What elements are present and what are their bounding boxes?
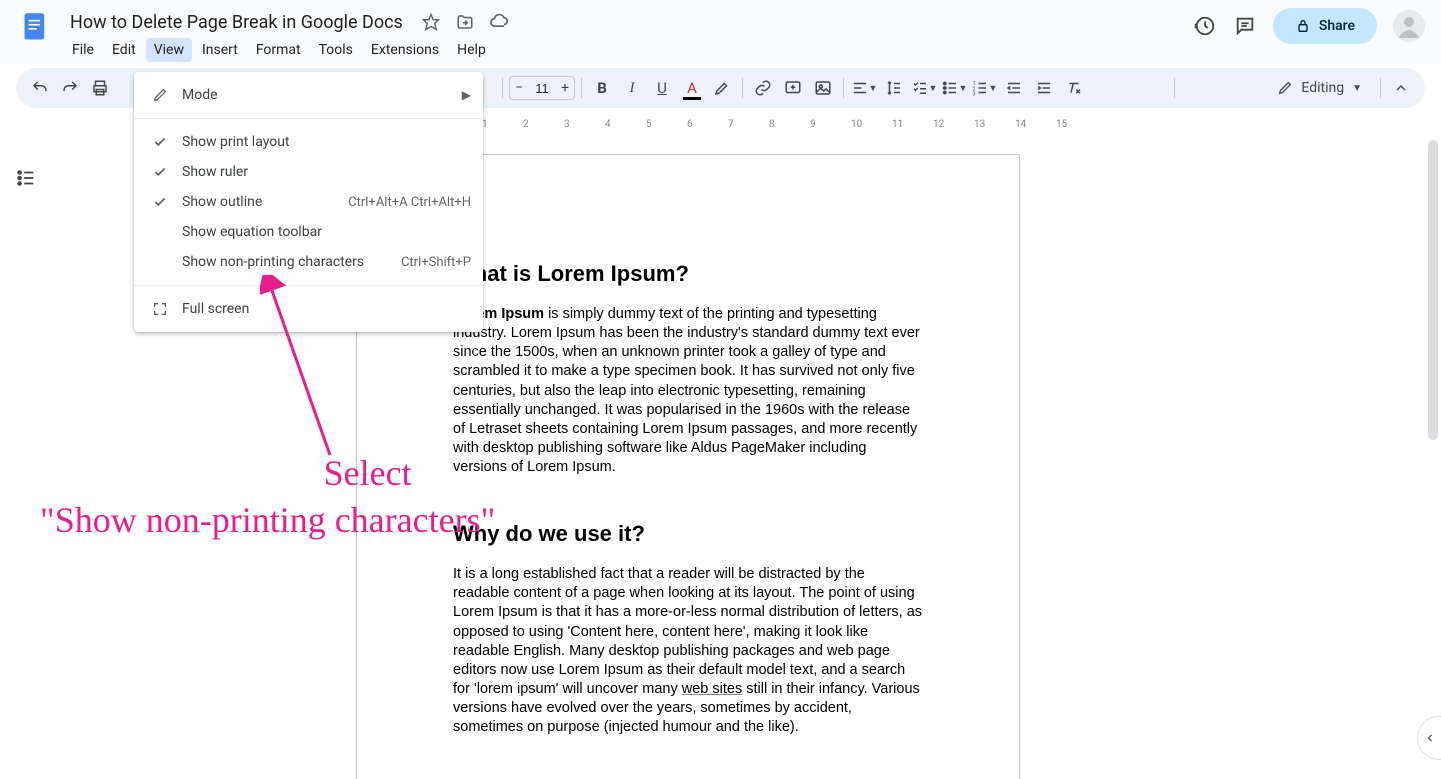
view-dropdown: Mode ▶ Show print layout Show ruler Show… xyxy=(134,72,483,332)
fullscreen-icon xyxy=(150,301,170,317)
docs-logo[interactable] xyxy=(16,8,56,48)
dd-equation-toolbar[interactable]: Show equation toolbar xyxy=(134,217,483,247)
title-area: How to Delete Page Break in Google Docs … xyxy=(64,8,1193,62)
font-size-input[interactable] xyxy=(528,81,556,96)
underline-button[interactable]: U xyxy=(648,74,676,102)
editing-label: Editing xyxy=(1301,80,1344,96)
heading-1[interactable]: What is Lorem Ipsum? xyxy=(453,261,923,287)
dd-label: Show equation toolbar xyxy=(182,224,471,240)
menu-format[interactable]: Format xyxy=(248,38,309,62)
dd-label: Show print layout xyxy=(182,134,471,150)
dd-label: Show non-printing characters xyxy=(182,254,401,270)
undo-button[interactable] xyxy=(26,74,54,102)
menu-help[interactable]: Help xyxy=(449,38,494,62)
dd-label: Show ruler xyxy=(182,164,471,180)
check-icon xyxy=(150,195,170,209)
separator xyxy=(134,285,483,286)
check-icon xyxy=(150,135,170,149)
numbered-list-button[interactable]: 123▼ xyxy=(970,74,998,102)
history-icon[interactable] xyxy=(1193,14,1217,38)
line-spacing-button[interactable] xyxy=(880,74,908,102)
paragraph-1[interactable]: Lorem Ipsum is simply dummy text of the … xyxy=(453,305,923,477)
chevron-right-icon: ▶ xyxy=(462,88,471,102)
outline-toggle-button[interactable] xyxy=(8,160,44,196)
dd-label: Mode xyxy=(182,87,462,103)
highlight-button[interactable] xyxy=(708,74,736,102)
dd-non-printing[interactable]: Show non-printing characters Ctrl+Shift+… xyxy=(134,247,483,277)
editing-mode-button[interactable]: Editing ▼ xyxy=(1265,76,1374,100)
paragraph-2[interactable]: It is a long established fact that a rea… xyxy=(453,565,923,737)
dd-shortcut: Ctrl+Shift+P xyxy=(401,255,471,270)
dd-full-screen[interactable]: Full screen xyxy=(134,294,483,324)
dd-show-outline[interactable]: Show outline Ctrl+Alt+A Ctrl+Alt+H xyxy=(134,187,483,217)
scrollbar-thumb[interactable] xyxy=(1428,140,1438,440)
vertical-scrollbar[interactable] xyxy=(1427,140,1439,760)
dd-label: Show outline xyxy=(182,194,348,210)
check-icon xyxy=(150,165,170,179)
cloud-icon[interactable] xyxy=(489,12,509,32)
menu-file[interactable]: File xyxy=(64,38,102,62)
separator xyxy=(581,78,582,98)
menu-bar: File Edit View Insert Format Tools Exten… xyxy=(64,38,1193,62)
separator xyxy=(134,118,483,119)
body-text: It is a long established fact that a rea… xyxy=(453,566,922,697)
body-text: is simply dummy text of the printing and… xyxy=(453,306,920,475)
menu-insert[interactable]: Insert xyxy=(194,38,246,62)
dd-mode[interactable]: Mode ▶ xyxy=(134,80,483,110)
header: How to Delete Page Break in Google Docs … xyxy=(0,0,1441,64)
text-color-button[interactable]: A xyxy=(678,74,706,102)
underlined-text: web sites xyxy=(682,681,742,697)
align-button[interactable]: ▼ xyxy=(850,74,878,102)
link-button[interactable] xyxy=(749,74,777,102)
bold-button[interactable]: B xyxy=(588,74,616,102)
svg-text:3: 3 xyxy=(972,92,975,98)
move-icon[interactable] xyxy=(455,12,475,32)
font-size-decrease[interactable]: − xyxy=(510,80,528,96)
share-button[interactable]: Share xyxy=(1273,8,1377,44)
outline-sidebar xyxy=(0,140,52,779)
italic-button[interactable]: I xyxy=(618,74,646,102)
menu-tools[interactable]: Tools xyxy=(311,38,361,62)
dd-show-ruler[interactable]: Show ruler xyxy=(134,157,483,187)
add-comment-button[interactable] xyxy=(779,74,807,102)
indent-increase-button[interactable] xyxy=(1030,74,1058,102)
avatar[interactable] xyxy=(1393,10,1425,42)
redo-button[interactable] xyxy=(56,74,84,102)
checklist-button[interactable]: ▼ xyxy=(910,74,938,102)
collapse-toolbar-button[interactable] xyxy=(1387,74,1415,102)
menu-view[interactable]: View xyxy=(146,38,192,62)
font-size-control[interactable]: − + xyxy=(509,76,575,100)
font-size-increase[interactable]: + xyxy=(556,80,574,96)
pencil-icon xyxy=(150,87,170,103)
separator xyxy=(843,78,844,98)
image-button[interactable] xyxy=(809,74,837,102)
print-button[interactable] xyxy=(86,74,114,102)
heading-2[interactable]: Why do we use it? xyxy=(453,521,923,547)
separator xyxy=(502,78,503,98)
star-icon[interactable] xyxy=(421,12,441,32)
menu-extensions[interactable]: Extensions xyxy=(363,38,447,62)
document-title[interactable]: How to Delete Page Break in Google Docs xyxy=(64,10,409,35)
share-label: Share xyxy=(1319,18,1355,34)
separator xyxy=(1380,78,1381,98)
dd-print-layout[interactable]: Show print layout xyxy=(134,127,483,157)
bullet-list-button[interactable]: ▼ xyxy=(940,74,968,102)
menu-edit[interactable]: Edit xyxy=(104,38,144,62)
clear-formatting-button[interactable] xyxy=(1060,74,1088,102)
dd-shortcut: Ctrl+Alt+A Ctrl+Alt+H xyxy=(348,195,471,210)
comment-icon[interactable] xyxy=(1233,14,1257,38)
separator xyxy=(742,78,743,98)
indent-decrease-button[interactable] xyxy=(1000,74,1028,102)
dd-label: Full screen xyxy=(182,301,471,317)
separator xyxy=(1174,78,1175,98)
